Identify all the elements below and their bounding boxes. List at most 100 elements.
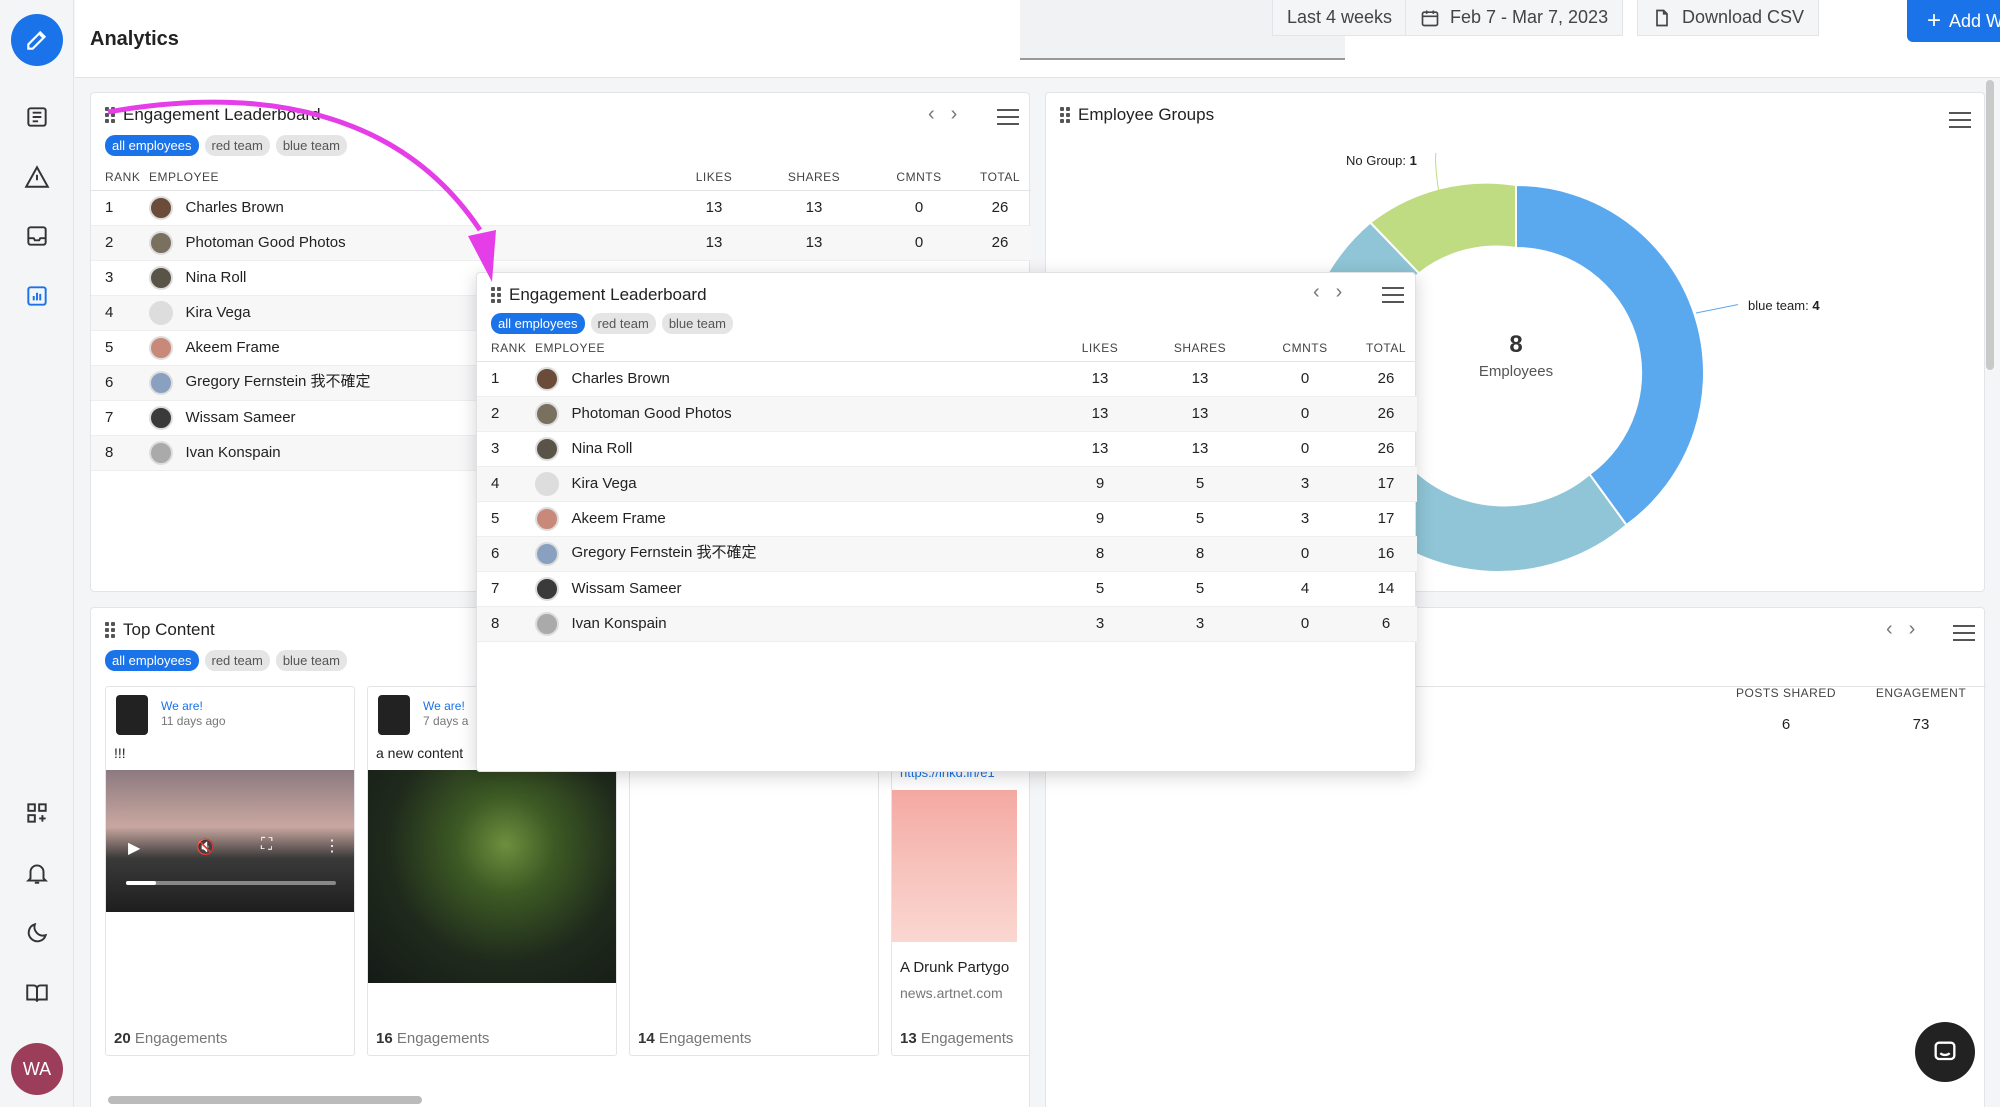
menu-icon[interactable]: [1382, 287, 1404, 303]
col-cmnts: CMNTS: [1255, 335, 1355, 362]
content-author[interactable]: We are!: [423, 699, 465, 713]
content-card[interactable]: We are! 11 days ago !!! ▶ 🔇 ⛶ ⋮ 20 Engag…: [105, 686, 355, 1056]
horizontal-scrollbar[interactable]: [108, 1096, 422, 1104]
video-thumbnail[interactable]: ▶ 🔇 ⛶ ⋮: [106, 770, 354, 912]
avatar: [535, 576, 559, 601]
sidebar-item-notifications[interactable]: [22, 858, 52, 888]
content-title: A Drunk Partygo: [900, 959, 1010, 976]
engagement-count: 13 Engagements: [900, 1030, 1014, 1047]
content-image[interactable]: [892, 790, 1017, 942]
drag-handle-icon[interactable]: [105, 107, 115, 123]
drag-handle-icon[interactable]: [105, 622, 115, 638]
range-label: Last 4 weeks: [1287, 7, 1393, 27]
table-row: 3 Nina Roll 13 13 0 26: [477, 431, 1417, 467]
avatar: [535, 401, 559, 426]
tag-blue-team[interactable]: blue team: [275, 135, 347, 156]
user-avatar[interactable]: WA: [11, 1043, 63, 1095]
chevron-left-icon[interactable]: ‹: [1313, 281, 1320, 304]
col-rank: RANK: [91, 164, 149, 191]
chevron-left-icon[interactable]: ‹: [1886, 618, 1893, 641]
sidebar-item-posts[interactable]: [22, 102, 52, 132]
date-range-button[interactable]: Feb 7 - Mar 7, 2023: [1405, 0, 1624, 36]
tag-red-team[interactable]: red team: [204, 650, 270, 671]
play-icon[interactable]: ▶: [128, 838, 140, 858]
widget-title: Top Content: [105, 620, 215, 640]
author-thumbnail: [378, 695, 410, 735]
tag-red-team[interactable]: red team: [204, 135, 270, 156]
widget-title-text: Engagement Leaderboard: [123, 105, 321, 124]
sidebar-item-alerts[interactable]: [22, 162, 52, 192]
label-blue-team: blue team: 4: [1748, 298, 1820, 313]
newspaper-icon: [27, 107, 47, 127]
pager: ‹ ›: [928, 103, 957, 126]
tag-blue-team[interactable]: blue team: [275, 650, 347, 671]
pager: ‹ ›: [1886, 618, 1915, 641]
download-csv-button[interactable]: Download CSV: [1637, 0, 1820, 36]
content-image[interactable]: [368, 770, 616, 983]
bar-chart-icon: [27, 286, 47, 306]
vertical-scrollbar[interactable]: [1986, 80, 1994, 370]
sidebar-item-dark-mode[interactable]: [22, 918, 52, 948]
compose-button[interactable]: [11, 14, 63, 66]
table-row: 7 Wissam Sameer 5 5 4 14: [477, 571, 1417, 607]
warning-icon: [24, 165, 50, 188]
mute-icon[interactable]: 🔇: [196, 838, 215, 856]
table-row: 2 Photoman Good Photos 13 13 0 26: [91, 225, 1031, 261]
inbox-icon: [27, 226, 47, 246]
col-posts-shared: POSTS SHARED: [1735, 686, 1837, 700]
sidebar-item-inbox[interactable]: [22, 221, 52, 251]
avatar: [149, 370, 173, 395]
drag-handle-icon[interactable]: [491, 287, 501, 303]
author-thumbnail: [116, 695, 148, 735]
plus-icon: +: [1926, 7, 1941, 34]
chevron-right-icon[interactable]: ›: [1909, 618, 1916, 641]
tag-all-employees[interactable]: all employees: [105, 135, 199, 156]
page-title: Analytics: [90, 28, 179, 50]
dragged-leaderboard-widget[interactable]: Engagement Leaderboard all employees red…: [476, 272, 1417, 772]
sidebar-item-analytics[interactable]: [22, 281, 52, 311]
chat-button[interactable]: [1915, 1022, 1975, 1082]
tag-blue-team[interactable]: blue team: [661, 313, 733, 334]
fullscreen-icon[interactable]: ⛶: [261, 836, 272, 854]
content-author[interactable]: We are!: [161, 699, 203, 713]
add-widget-label: Add Widget: [1948, 10, 2000, 31]
col-total: TOTAL: [969, 164, 1031, 191]
col-cmnts: CMNTS: [869, 164, 969, 191]
sidebar-item-docs[interactable]: [22, 978, 52, 1008]
menu-icon[interactable]: [997, 109, 1019, 125]
tag-all-employees[interactable]: all employees: [105, 650, 199, 671]
widget-title-text: Engagement Leaderboard: [509, 285, 707, 304]
col-total: TOTAL: [1355, 335, 1417, 362]
video-progress[interactable]: [126, 881, 336, 885]
table-row: 1 Charles Brown 13 13 0 26: [477, 361, 1417, 397]
sidebar-item-apps[interactable]: [22, 798, 52, 828]
content-date: 11 days ago: [161, 714, 226, 728]
avatar: [535, 436, 559, 461]
date-range-label: Feb 7 - Mar 7, 2023: [1450, 7, 1609, 27]
col-rank: RANK: [477, 335, 535, 362]
book-icon: [26, 984, 48, 1002]
range-button[interactable]: Last 4 weeks: [1272, 0, 1408, 36]
avatar: [149, 195, 173, 220]
tag-all-employees[interactable]: all employees: [491, 313, 585, 334]
chevron-right-icon[interactable]: ›: [1336, 281, 1343, 304]
group-tags: all employees red team blue team: [105, 650, 347, 671]
donut-center-label: Employees: [1478, 363, 1554, 380]
chevron-right-icon[interactable]: ›: [951, 103, 958, 126]
menu-icon[interactable]: [1953, 625, 1975, 641]
avatar: [535, 471, 559, 496]
tag-red-team[interactable]: red team: [590, 313, 656, 334]
add-widget-button[interactable]: + Add Widget: [1907, 0, 2000, 42]
donut-center-value: 8: [1509, 331, 1523, 358]
content-text: a new content: [376, 745, 464, 761]
more-icon[interactable]: ⋮: [324, 836, 340, 856]
engagement-count: 16 Engagements: [376, 1030, 490, 1047]
sidebar: WA: [0, 0, 74, 1107]
col-employee: EMPLOYEE: [149, 164, 669, 191]
chevron-left-icon[interactable]: ‹: [928, 103, 935, 126]
avatar: [535, 611, 559, 636]
avatar: [149, 405, 173, 430]
col-likes: LIKES: [669, 164, 759, 191]
avatar: [149, 230, 173, 255]
content-source: news.artnet.com: [900, 985, 1003, 1001]
